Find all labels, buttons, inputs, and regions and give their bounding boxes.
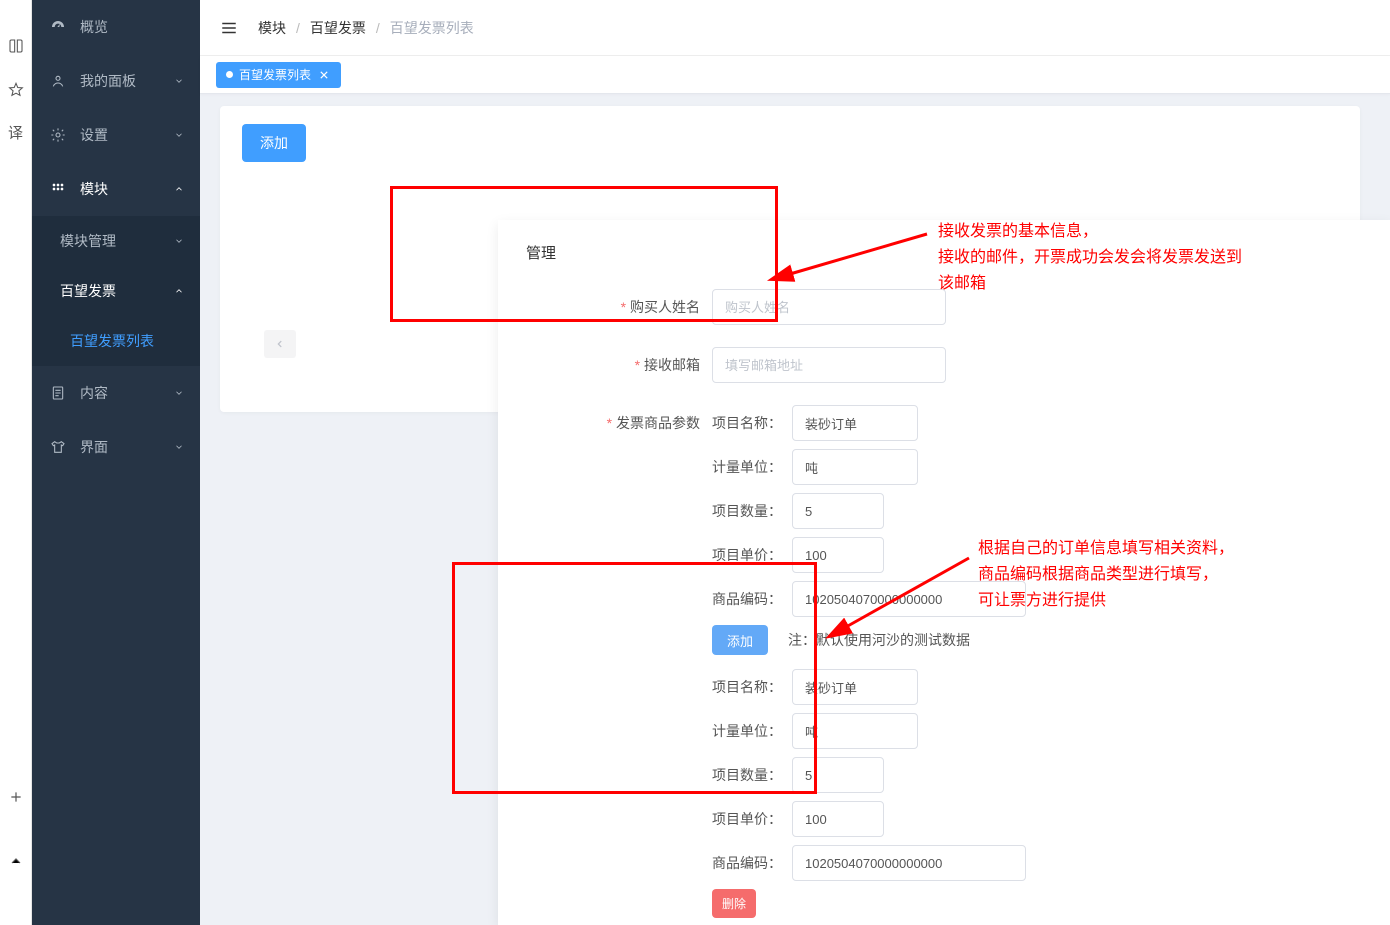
tab-close-icon[interactable] [317,68,331,82]
unit-label: 计量单位： [712,721,782,741]
annotation-text-2: 根据自己的订单信息填写相关资料， 商品编码根据商品类型进行填写， 可让票方进行提… [978,536,1234,614]
buyer-input[interactable] [712,289,946,325]
code-label: 商品编码： [712,853,782,873]
annotation-arrow-1 [782,228,932,288]
params-delete-button[interactable]: 删除 [712,889,756,918]
chevron-down-icon [174,442,184,452]
proj-name-label: 项目名称： [712,677,782,697]
crumb-module[interactable]: 模块 [258,18,286,38]
email-label: 接收邮箱 [526,347,712,383]
pager-prev[interactable] [264,330,296,358]
params-group-2: 项目名称： 计量单位： 项目数量： 项目单价： 商品编码： 删除 [712,669,1026,918]
annotation-arrow-2 [824,552,974,642]
sidebar-item-label: 模块管理 [60,231,116,251]
chevron-down-icon [174,236,184,246]
tab-label: 百望发票列表 [239,66,311,83]
topbar: 模块 / 百望发票 / 百望发票列表 [200,0,1390,56]
chevron-up-icon [174,286,184,296]
crumb-current: 百望发票列表 [390,18,474,38]
sidebar-sub-baiwang-list[interactable]: 百望发票列表 [32,316,200,366]
code-input-2[interactable] [792,845,1026,881]
sidebar-sub-module-mgmt[interactable]: 模块管理 [32,216,200,266]
grid-icon [50,181,66,197]
sidebar-sub-baiwang[interactable]: 百望发票 [32,266,200,316]
sidebar-item-label: 内容 [80,383,108,403]
plus-icon[interactable] [8,789,24,805]
proj-name-input[interactable] [792,405,918,441]
breadcrumb: 模块 / 百望发票 / 百望发票列表 [258,18,474,38]
qty-label: 项目数量： [712,765,782,785]
sidebar: 概览 我的面板 设置 模块 模块管理 百望发票 百望发票列表 内容 界面 [32,0,200,925]
sidebar-item-mypanel[interactable]: 我的面板 [32,54,200,108]
params-add-button[interactable]: 添加 [712,625,768,655]
sidebar-item-label: 界面 [80,437,108,457]
sidebar-item-content[interactable]: 内容 [32,366,200,420]
more-icon[interactable] [8,853,24,869]
book-icon[interactable] [8,38,24,54]
add-button[interactable]: 添加 [242,124,306,162]
sidebar-item-label: 我的面板 [80,71,136,91]
proj-name-label: 项目名称： [712,413,782,433]
shirt-icon [50,439,66,455]
sidebar-item-label: 概览 [80,17,108,37]
qty-label: 项目数量： [712,501,782,521]
code-label: 商品编码： [712,589,782,609]
price-label: 项目单价： [712,545,782,565]
email-input[interactable] [712,347,946,383]
chevron-up-icon [174,184,184,194]
gear-icon [50,127,66,143]
chevron-down-icon [174,76,184,86]
hamburger-icon[interactable] [220,19,238,37]
browser-rail: 译 [0,0,32,925]
price-label: 项目单价： [712,809,782,829]
chevron-down-icon [174,130,184,140]
proj-name-input-2[interactable] [792,669,918,705]
sidebar-item-label: 百望发票 [60,281,116,301]
tab-active-dot [226,71,233,78]
buyer-label: 购买人姓名 [526,289,712,325]
doc-icon [50,385,66,401]
tab-baiwang-list[interactable]: 百望发票列表 [216,62,341,88]
annotation-text-1: 接收发票的基本信息， 接收的邮件，开票成功会发会将发票发送到 该邮箱 [938,219,1242,297]
sidebar-item-label: 百望发票列表 [70,331,154,351]
qty-input-2[interactable] [792,757,884,793]
unit-input[interactable] [792,449,918,485]
crumb-sep: / [376,20,380,36]
tabbar: 百望发票列表 [200,56,1390,94]
crumb-baiwang[interactable]: 百望发票 [310,18,366,38]
dashboard-icon [50,19,66,35]
translate-icon[interactable]: 译 [8,126,24,142]
sidebar-item-ui[interactable]: 界面 [32,420,200,474]
sidebar-item-label: 设置 [80,125,108,145]
sidebar-item-settings[interactable]: 设置 [32,108,200,162]
star-icon[interactable] [8,82,24,98]
sidebar-item-module[interactable]: 模块 [32,162,200,216]
price-input-2[interactable] [792,801,884,837]
chevron-down-icon [174,388,184,398]
user-icon [50,73,66,89]
unit-label: 计量单位： [712,457,782,477]
crumb-sep: / [296,20,300,36]
qty-input[interactable] [792,493,884,529]
unit-input-2[interactable] [792,713,918,749]
sidebar-item-overview[interactable]: 概览 [32,0,200,54]
sidebar-item-label: 模块 [80,179,108,199]
params-label: 发票商品参数 [526,405,712,441]
